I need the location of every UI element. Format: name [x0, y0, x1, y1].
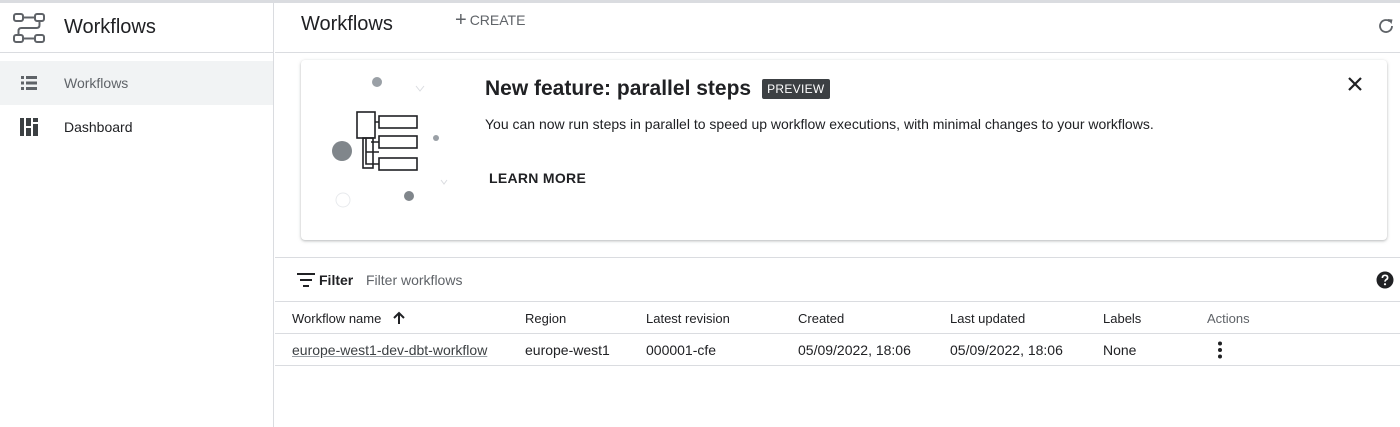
- banner-description: You can now run steps in parallel to spe…: [485, 116, 1154, 132]
- feature-banner: New feature: parallel steps PREVIEW You …: [301, 60, 1387, 240]
- column-header-actions: Actions: [1207, 311, 1250, 326]
- updated-cell: 05/09/2022, 18:06: [950, 342, 1063, 358]
- workflows-product-icon: [13, 12, 45, 43]
- column-header-created: Created: [798, 311, 845, 326]
- column-header-region: Region: [525, 311, 567, 326]
- main-header: Workflows + CREATE: [275, 3, 1400, 53]
- create-button[interactable]: + CREATE: [455, 9, 526, 31]
- column-header-last-updated: Last updated: [950, 311, 1026, 326]
- workflow-name-link[interactable]: europe-west1-dev-dbt-workflow: [292, 342, 487, 358]
- sidebar-item-label: Workflows: [64, 75, 129, 91]
- banner-title-row: New feature: parallel steps PREVIEW: [485, 77, 830, 101]
- arrow-up-icon[interactable]: [391, 310, 407, 326]
- created-cell: 05/09/2022, 18:06: [798, 342, 911, 358]
- help-icon[interactable]: [1376, 271, 1394, 289]
- page-title: Workflows: [301, 13, 393, 35]
- region-cell: europe-west1: [525, 342, 610, 358]
- column-header-labels: Labels: [1103, 311, 1142, 326]
- banner-title: New feature: parallel steps: [485, 77, 752, 100]
- refresh-icon[interactable]: [1376, 16, 1396, 36]
- more-vert-icon[interactable]: [1213, 341, 1227, 359]
- dashboard-icon: [20, 118, 38, 136]
- close-icon[interactable]: [1346, 75, 1364, 93]
- filter-label: Filter: [319, 272, 354, 288]
- column-header-workflow-name[interactable]: Workflow name: [292, 311, 381, 326]
- labels-cell: None: [1103, 342, 1137, 358]
- sidebar-item-label: Dashboard: [64, 119, 133, 135]
- parallel-steps-illustration: [332, 77, 448, 208]
- learn-more-button[interactable]: LEARN MORE: [489, 170, 586, 186]
- main-content: Workflows + CREATE New feature: parallel…: [275, 3, 1400, 427]
- table-header: Workflow name Region Latest revision Cre…: [275, 301, 1400, 334]
- sidebar-item-dashboard[interactable]: Dashboard: [0, 105, 273, 149]
- sidebar: Workflows Workflows Dashboard: [0, 3, 274, 427]
- workflow-name-cell: europe-west1-dev-dbt-workflow: [292, 342, 487, 358]
- workflows-table: Workflow name Region Latest revision Cre…: [275, 301, 1400, 366]
- section-divider: [275, 257, 1400, 258]
- sidebar-item-workflows[interactable]: Workflows: [0, 61, 273, 105]
- filter-input[interactable]: [366, 268, 766, 292]
- filter-icon: [297, 273, 315, 287]
- product-title: Workflows: [64, 16, 156, 38]
- revision-cell: 000001-cfe: [646, 342, 717, 358]
- column-header-latest-revision: Latest revision: [646, 311, 730, 326]
- plus-icon: +: [455, 9, 467, 31]
- table-row: europe-west1-dev-dbt-workflow europe-wes…: [275, 334, 1400, 366]
- list-icon: [20, 74, 38, 92]
- filter-bar: Filter: [275, 259, 1400, 301]
- preview-badge: PREVIEW: [762, 79, 830, 99]
- sidebar-header: Workflows: [0, 3, 273, 53]
- create-button-label: CREATE: [469, 12, 526, 28]
